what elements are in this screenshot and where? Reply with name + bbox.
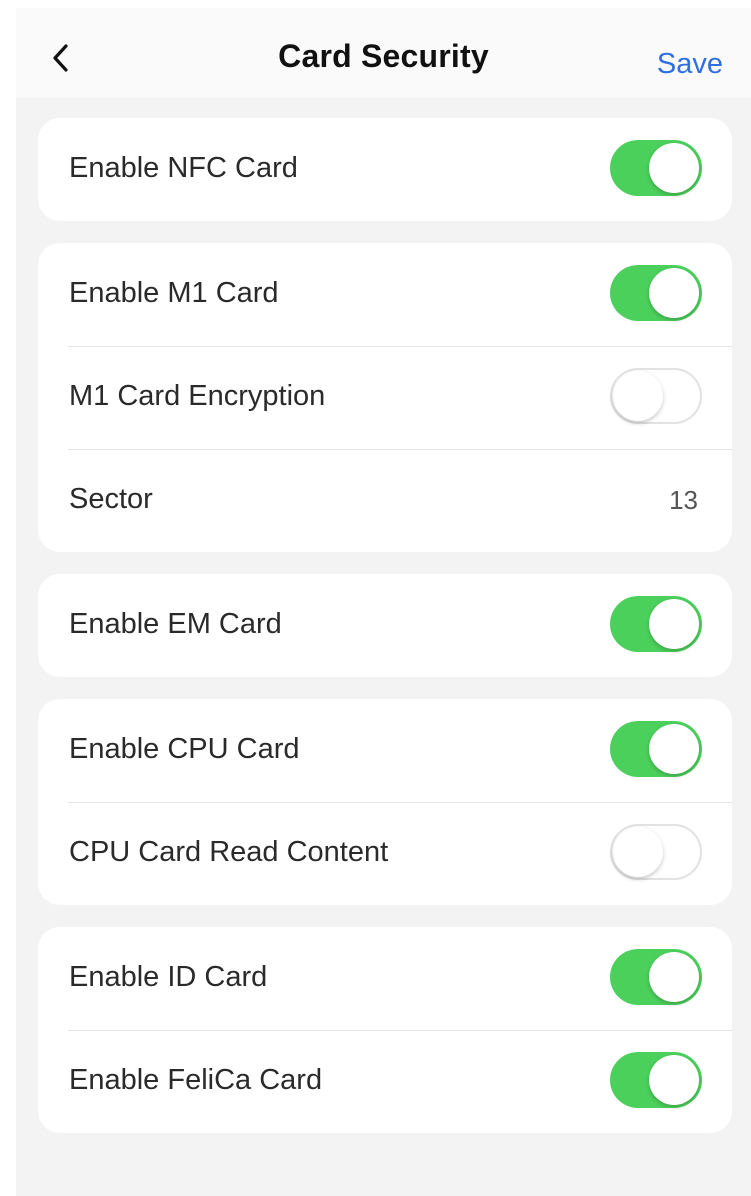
setting-label: CPU Card Read Content: [69, 836, 389, 868]
toggle-knob: [613, 827, 663, 877]
toggle-knob: [649, 143, 699, 193]
setting-label: Sector: [69, 483, 153, 515]
toggle-switch[interactable]: [610, 949, 702, 1005]
setting-row-cpu-card-read-content: CPU Card Read Content: [38, 802, 732, 905]
save-button[interactable]: Save: [657, 48, 723, 81]
toggle-switch[interactable]: [610, 368, 702, 424]
toggle-knob: [649, 1055, 699, 1105]
settings-group-cpu: Enable CPU Card CPU Card Read Content: [38, 699, 732, 905]
settings-screen: Card Security Save Enable NFC Card Enabl…: [16, 8, 751, 1196]
setting-row-enable-id-card: Enable ID Card: [38, 927, 732, 1030]
setting-label: Enable NFC Card: [69, 152, 298, 184]
settings-group-nfc: Enable NFC Card: [38, 118, 732, 221]
toggle-knob: [649, 724, 699, 774]
setting-row-enable-cpu-card: Enable CPU Card: [38, 699, 732, 802]
toggle-knob: [613, 371, 663, 421]
setting-row-sector[interactable]: Sector 13: [38, 449, 732, 552]
settings-group-id-felica: Enable ID Card Enable FeliCa Card: [38, 927, 732, 1133]
page-title: Card Security: [278, 38, 489, 74]
toggle-switch[interactable]: [610, 721, 702, 777]
setting-label: Enable CPU Card: [69, 733, 300, 765]
setting-row-m1-card-encryption: M1 Card Encryption: [38, 346, 732, 449]
toggle-switch[interactable]: [610, 824, 702, 880]
toggle-switch[interactable]: [610, 265, 702, 321]
setting-row-enable-felica-card: Enable FeliCa Card: [38, 1030, 732, 1133]
toggle-knob: [649, 268, 699, 318]
header-bar: Card Security Save: [16, 8, 751, 98]
toggle-knob: [649, 599, 699, 649]
toggle-switch[interactable]: [610, 596, 702, 652]
sector-value: 13: [669, 485, 698, 515]
setting-label: Enable FeliCa Card: [69, 1064, 323, 1096]
setting-row-enable-em-card: Enable EM Card: [38, 574, 732, 677]
setting-label: Enable ID Card: [69, 961, 268, 993]
setting-label: Enable M1 Card: [69, 277, 279, 309]
toggle-switch[interactable]: [610, 1052, 702, 1108]
setting-row-enable-nfc-card: Enable NFC Card: [38, 118, 732, 221]
settings-group-em: Enable EM Card: [38, 574, 732, 677]
toggle-switch[interactable]: [610, 140, 702, 196]
setting-label: Enable EM Card: [69, 608, 282, 640]
settings-group-m1: Enable M1 Card M1 Card Encryption Sector…: [38, 243, 732, 552]
toggle-knob: [649, 952, 699, 1002]
setting-label: M1 Card Encryption: [69, 380, 326, 412]
setting-row-enable-m1-card: Enable M1 Card: [38, 243, 732, 346]
